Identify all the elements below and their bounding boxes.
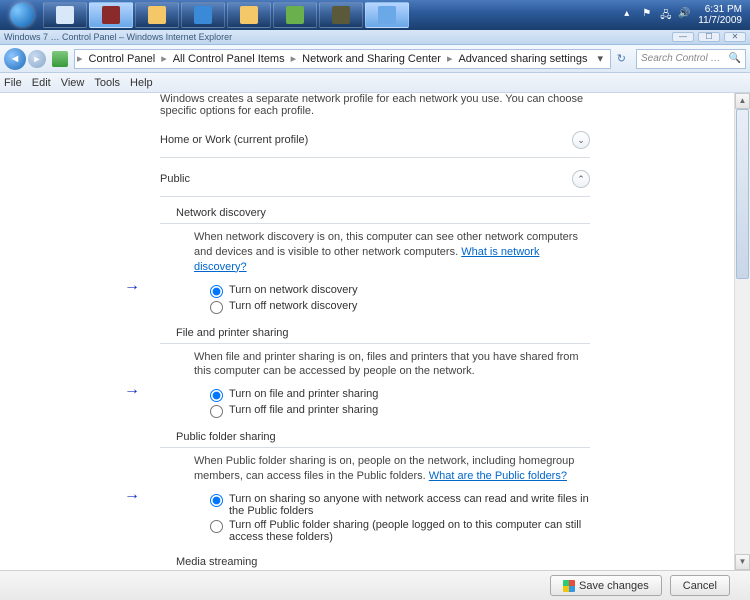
divider	[160, 196, 590, 197]
window-titlebar: Windows 7 … Control Panel – Windows Inte…	[0, 30, 750, 45]
radio-fps-on[interactable]: Turn on file and printer sharing	[210, 387, 590, 403]
system-tray: ▴ ⚑ 🖧 🔊 6:31 PM 11/7/2009	[624, 4, 748, 26]
chevron-down-icon[interactable]: ⌄	[572, 131, 590, 149]
ie-icon	[194, 6, 212, 24]
breadcrumb-item[interactable]: Network and Sharing Center	[298, 53, 445, 65]
shield-icon	[563, 580, 575, 592]
section-desc: When network discovery is on, this compu…	[160, 230, 590, 279]
control-panel-icon	[378, 6, 396, 24]
scroll-up-button[interactable]: ▲	[735, 93, 750, 109]
vertical-scrollbar[interactable]: ▲ ▼	[734, 93, 750, 570]
clock[interactable]: 6:31 PM 11/7/2009	[698, 4, 742, 26]
breadcrumb-item[interactable]: Advanced sharing settings	[454, 53, 591, 65]
show-hidden-icon[interactable]: ▴	[624, 8, 638, 22]
taskbar-item[interactable]	[181, 2, 225, 28]
explorer-icon	[148, 6, 166, 24]
section-desc: When file and printer sharing is on, fil…	[160, 350, 590, 384]
menu-view[interactable]: View	[61, 77, 85, 89]
profile-public[interactable]: Public ⌃	[160, 164, 590, 194]
chevron-up-icon[interactable]: ⌃	[572, 170, 590, 188]
menu-bar: File Edit View Tools Help	[0, 73, 750, 93]
time-label: 6:31 PM	[698, 4, 742, 15]
menu-edit[interactable]: Edit	[32, 77, 51, 89]
menu-tools[interactable]: Tools	[94, 77, 120, 89]
taskbar-item[interactable]	[135, 2, 179, 28]
breadcrumb[interactable]: ▸ Control Panel ▸ All Control Panel Item…	[74, 49, 611, 69]
taskbar-item[interactable]	[89, 2, 133, 28]
chevron-right-icon: ▸	[159, 52, 169, 65]
cancel-button[interactable]: Cancel	[670, 575, 730, 596]
taskbar: ▴ ⚑ 🖧 🔊 6:31 PM 11/7/2009	[0, 0, 750, 30]
radio-nd-off[interactable]: Turn off network discovery	[210, 299, 590, 315]
section-desc: When Public folder sharing is on, people…	[160, 454, 590, 488]
annotation-arrow-icon: →	[124, 486, 140, 504]
flag-icon[interactable]: ⚑	[642, 8, 656, 22]
close-button[interactable]: ✕	[724, 32, 746, 42]
link-what-are-public-folders[interactable]: What are the Public folders?	[429, 470, 567, 482]
chevron-right-icon: ▸	[289, 52, 299, 65]
refresh-button[interactable]: ↻	[613, 52, 630, 65]
back-button[interactable]: ◄	[4, 48, 26, 70]
content-area: Windows creates a separate network profi…	[0, 93, 750, 570]
profile-home-work[interactable]: Home or Work (current profile) ⌄	[160, 125, 590, 155]
date-label: 11/7/2009	[698, 15, 742, 26]
app-icon	[332, 6, 350, 24]
save-changes-button[interactable]: Save changes	[550, 575, 662, 596]
divider	[160, 157, 590, 158]
radio-pfs-off[interactable]: Turn off Public folder sharing (people l…	[210, 518, 590, 544]
network-icon[interactable]: 🖧	[660, 8, 674, 22]
folder-icon	[240, 6, 258, 24]
search-icon: 🔍	[729, 53, 741, 64]
section-public-folder-sharing: Public folder sharing	[160, 421, 590, 445]
section-media-streaming: Media streaming	[160, 546, 590, 570]
divider	[160, 447, 590, 448]
profile-label: Public	[160, 173, 572, 185]
search-placeholder: Search Control …	[641, 53, 720, 64]
taskbar-item[interactable]	[319, 2, 363, 28]
menu-help[interactable]: Help	[130, 77, 153, 89]
breadcrumb-item[interactable]: All Control Panel Items	[169, 53, 289, 65]
menu-file[interactable]: File	[4, 77, 22, 89]
taskbar-item[interactable]	[273, 2, 317, 28]
minimize-button[interactable]: —	[672, 32, 694, 42]
profile-label: Home or Work (current profile)	[160, 134, 572, 146]
radio-pfs-on[interactable]: Turn on sharing so anyone with network a…	[210, 492, 590, 518]
forward-button[interactable]: ►	[28, 50, 46, 68]
start-button[interactable]	[2, 0, 42, 30]
windows-orb-icon	[10, 3, 34, 27]
radio-nd-on[interactable]: Turn on network discovery	[210, 283, 590, 299]
section-file-printer-sharing: File and printer sharing	[160, 317, 590, 341]
scroll-down-button[interactable]: ▼	[735, 554, 750, 570]
taskbar-item[interactable]	[43, 2, 87, 28]
radio-fps-off[interactable]: Turn off file and printer sharing	[210, 403, 590, 419]
annotation-arrow-icon: →	[124, 381, 140, 399]
breadcrumb-item[interactable]: Control Panel	[85, 53, 160, 65]
volume-icon[interactable]: 🔊	[678, 8, 692, 22]
taskbar-item[interactable]	[365, 2, 409, 28]
window-title: Windows 7 … Control Panel – Windows Inte…	[4, 32, 232, 42]
divider	[160, 223, 590, 224]
nav-bar: ◄ ► ▸ Control Panel ▸ All Control Panel …	[0, 45, 750, 73]
msn-icon	[286, 6, 304, 24]
chevron-right-icon: ▸	[75, 52, 85, 65]
chevron-right-icon: ▸	[445, 52, 455, 65]
button-bar: Save changes Cancel	[0, 570, 750, 600]
section-network-discovery: Network discovery	[160, 203, 590, 221]
app-icon	[102, 6, 120, 24]
maximize-button[interactable]: ☐	[698, 32, 720, 42]
search-input[interactable]: Search Control … 🔍	[636, 49, 746, 69]
taskbar-item[interactable]	[227, 2, 271, 28]
intro-text: Windows creates a separate network profi…	[160, 93, 590, 125]
breadcrumb-dropdown[interactable]: ▾	[592, 52, 610, 65]
annotation-arrow-icon: →	[124, 277, 140, 295]
divider	[160, 343, 590, 344]
recycle-bin-icon	[56, 6, 74, 24]
control-panel-icon	[52, 51, 68, 67]
scroll-thumb[interactable]	[736, 109, 749, 279]
